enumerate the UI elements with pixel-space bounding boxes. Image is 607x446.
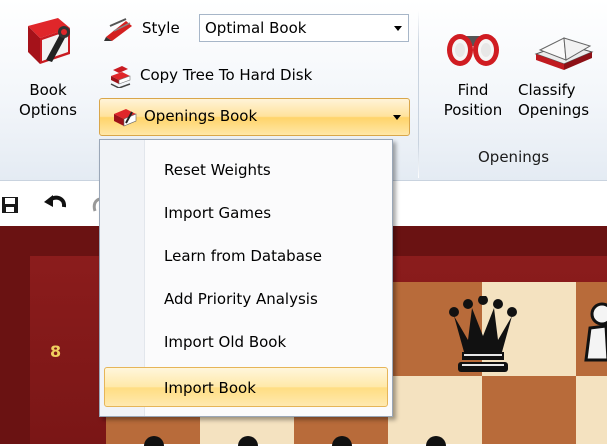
find-position-button[interactable]: Find Position (432, 24, 514, 120)
style-label: Style (142, 19, 180, 37)
board-square[interactable] (388, 376, 482, 444)
menu-item-import-games[interactable]: Import Games (104, 193, 388, 233)
copy-tree-label: Copy Tree To Hard Disk (140, 66, 313, 84)
menu-item-label: Import Old Book (164, 333, 287, 351)
white-piece[interactable] (580, 300, 607, 364)
menu-item-import-old-book[interactable]: Import Old Book (104, 322, 388, 362)
classify-label-2: Openings (518, 101, 590, 119)
rank-label: 8 (50, 342, 62, 361)
openings-book-label: Openings Book (144, 107, 258, 125)
copy-tree-button[interactable]: Copy Tree To Hard Disk (108, 63, 313, 88)
classify-openings-button[interactable]: Classify Openings (516, 24, 607, 120)
menu-item-label: Import Games (164, 204, 272, 222)
undo-icon[interactable] (44, 193, 68, 215)
style-select[interactable]: Optimal Book (199, 14, 409, 42)
binoculars-icon (447, 34, 499, 66)
openings-book-button[interactable]: Openings Book (99, 98, 410, 136)
board-square[interactable] (482, 376, 576, 444)
openings-book-menu: Reset Weights Import Games Learn from Da… (99, 139, 393, 417)
menu-item-import-book[interactable]: Import Book (104, 367, 388, 407)
find-position-label-1: Find (457, 81, 489, 99)
book-stack-copy-icon (110, 65, 131, 88)
black-queen-piece[interactable] (444, 296, 522, 374)
red-book-wrench-icon (28, 18, 70, 64)
menu-item-label: Add Priority Analysis (164, 290, 318, 308)
classify-label-1: Classify (518, 81, 576, 99)
menu-item-label: Learn from Database (164, 247, 322, 265)
menu-item-learn-from-database[interactable]: Learn from Database (104, 236, 388, 276)
book-options-button[interactable]: Book Options (6, 12, 90, 120)
menu-item-reset-weights[interactable]: Reset Weights (104, 150, 388, 190)
save-icon[interactable] (0, 195, 20, 215)
book-options-label-1: Book (29, 81, 67, 99)
find-position-label-2: Position (443, 101, 503, 119)
board-square[interactable] (576, 376, 607, 444)
chevron-down-icon[interactable] (393, 115, 401, 120)
style-button[interactable]: Style (102, 16, 180, 41)
menu-item-label: Import Book (164, 379, 256, 397)
chevron-down-icon (394, 26, 402, 31)
menu-item-label: Reset Weights (164, 161, 271, 179)
red-book-icon (114, 109, 137, 127)
red-pencil-style-icon (104, 17, 132, 41)
open-book-icon (534, 37, 594, 70)
book-options-label-2: Options (19, 101, 77, 119)
ribbon-group-label: Openings (478, 148, 550, 166)
style-select-value: Optimal Book (205, 19, 307, 37)
menu-item-add-priority-analysis[interactable]: Add Priority Analysis (104, 279, 388, 319)
ribbon-group-separator (418, 10, 419, 178)
